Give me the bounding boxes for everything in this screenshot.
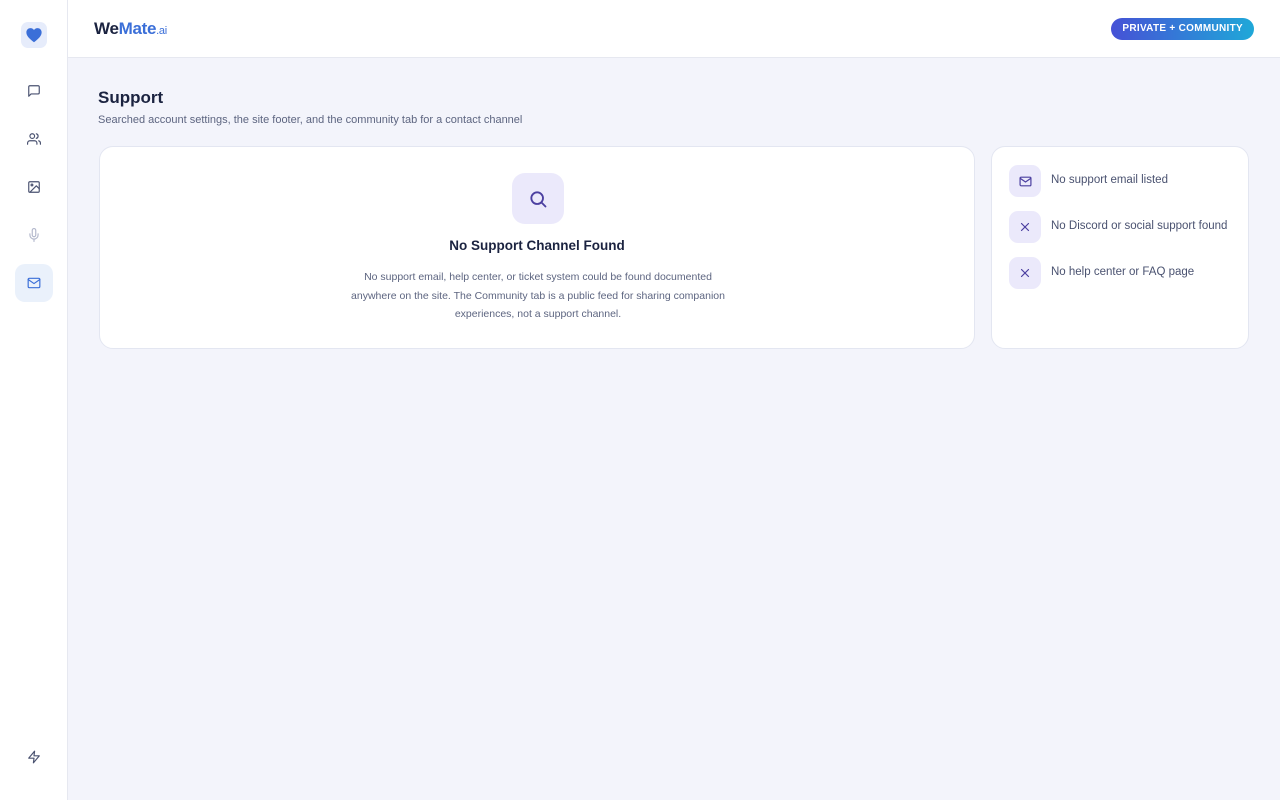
users-icon (27, 133, 41, 145)
checklist-icon-tile (1009, 257, 1041, 289)
x-icon (1020, 222, 1030, 232)
checklist-item: No help center or FAQ page (1009, 257, 1241, 289)
sidebar-item-voice[interactable] (15, 216, 53, 254)
sidebar-item-people[interactable] (15, 120, 53, 158)
support-checklist-card: No support email listed No Discord or so… (991, 146, 1249, 349)
checklist-item: No Discord or social support found (1009, 211, 1241, 243)
empty-state-icon-tile (512, 173, 564, 224)
brand-logo[interactable]: WeMate.ai (94, 19, 167, 39)
sidebar-item-chat[interactable] (15, 72, 53, 110)
mode-badge[interactable]: PRIVATE + COMMUNITY (1111, 18, 1254, 40)
empty-state-title: No Support Channel Found (449, 238, 625, 253)
checklist-icon-tile (1009, 165, 1041, 197)
image-icon (28, 181, 40, 193)
checklist-label: No help center or FAQ page (1051, 266, 1195, 278)
brand-part1: We (94, 19, 119, 38)
sidebar-item-gallery[interactable] (15, 168, 53, 206)
brand-part2: Mate (118, 19, 157, 38)
sidebar (0, 0, 68, 800)
empty-state-card: No Support Channel Found No support emai… (99, 146, 975, 349)
search-icon (530, 190, 547, 207)
app-logo[interactable] (21, 22, 47, 48)
page-subtitle: Searched account settings, the site foot… (98, 114, 523, 126)
checklist-item: No support email listed (1009, 165, 1241, 197)
checklist-icon-tile (1009, 211, 1041, 243)
checklist-label: No support email listed (1051, 174, 1168, 186)
x-icon (1020, 268, 1030, 278)
bolt-icon (28, 750, 40, 764)
top-bar: WeMate.ai PRIVATE + COMMUNITY (68, 0, 1280, 58)
mail-icon (27, 277, 41, 289)
sidebar-item-upgrade[interactable] (15, 738, 53, 776)
heart-icon (26, 28, 42, 43)
chat-bubble-icon (28, 85, 40, 97)
page-title: Support (98, 88, 164, 107)
brand-suffix: .ai (156, 25, 167, 37)
empty-state-description: No support email, help center, or ticket… (351, 271, 725, 320)
mail-icon (1018, 176, 1032, 186)
microphone-icon (29, 228, 39, 242)
checklist-label: No Discord or social support found (1051, 220, 1228, 232)
sidebar-item-support[interactable] (15, 264, 53, 302)
